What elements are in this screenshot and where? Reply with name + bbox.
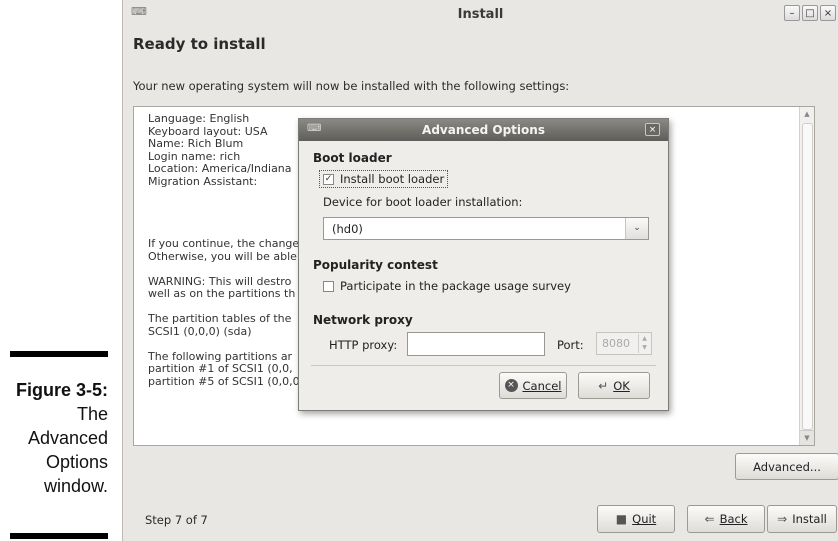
caption-line: window.: [43, 476, 108, 496]
figure-number: Figure 3-5:: [15, 380, 108, 400]
window-title: Install: [457, 7, 504, 22]
page-title: Ready to install: [133, 35, 266, 53]
ok-button-label: OK: [613, 378, 630, 393]
dialog-titlebar[interactable]: ⌨ Advanced Options ×: [299, 119, 668, 141]
cancel-button-label: Cancel: [522, 378, 562, 393]
port-value: 8080: [602, 337, 630, 350]
step-indicator: Step 7 of 7: [145, 513, 208, 527]
install-boot-loader-checkbox[interactable]: ✓ Install boot loader: [319, 170, 449, 188]
checkbox-checked-icon: ✓: [323, 173, 334, 185]
dialog-close-icon[interactable]: ×: [645, 123, 660, 136]
close-icon[interactable]: ×: [820, 5, 836, 21]
advanced-button-label: Advanced...: [753, 459, 821, 474]
popularity-heading: Popularity contest: [313, 258, 438, 272]
advanced-options-dialog: ⌨ Advanced Options × Boot loader ✓ Insta…: [298, 118, 669, 411]
caption-line: Advanced: [27, 428, 108, 448]
ok-button[interactable]: ↵ OK: [578, 372, 650, 399]
boot-device-combobox[interactable]: (hd0) ⌄: [323, 217, 649, 240]
install-button-label: Install: [792, 512, 827, 526]
minimize-icon[interactable]: –: [784, 5, 800, 21]
checkbox-unchecked-icon: [323, 280, 334, 292]
figure-caption: Figure 3-5: The Advanced Options window.: [8, 378, 108, 498]
participate-survey-label: Participate in the package usage survey: [340, 279, 571, 293]
caption-line: The: [76, 404, 108, 424]
dialog-separator: [311, 365, 656, 366]
participate-survey-checkbox[interactable]: Participate in the package usage survey: [323, 279, 571, 293]
caption-rule-top: [10, 351, 108, 357]
window-controls: – □ ×: [784, 5, 836, 21]
back-button[interactable]: ⇐ Back: [687, 505, 765, 533]
scroll-up-icon[interactable]: ▲: [800, 107, 814, 121]
scroll-down-icon[interactable]: ▼: [800, 430, 814, 445]
install-boot-loader-label: Install boot loader: [340, 172, 445, 186]
forward-arrow-icon: ⇒: [777, 512, 788, 526]
device-label: Device for boot loader installation:: [323, 195, 523, 209]
port-label: Port:: [557, 338, 584, 352]
install-button[interactable]: ⇒ Install: [767, 505, 837, 533]
quit-icon: ■: [615, 512, 628, 526]
cancel-icon: ×: [504, 379, 518, 392]
maximize-icon[interactable]: □: [802, 5, 818, 21]
quit-button-label: Quit: [632, 512, 657, 526]
caption-line: Options: [45, 452, 108, 472]
quit-button[interactable]: ■ Quit: [597, 505, 675, 533]
back-arrow-icon: ⇐: [704, 512, 715, 526]
chevron-down-icon[interactable]: ⌄: [625, 218, 648, 239]
spinner-arrows-icon[interactable]: ▲ ▼: [638, 334, 650, 353]
ok-arrow-icon: ↵: [598, 378, 609, 393]
http-proxy-label: HTTP proxy:: [329, 338, 398, 352]
vertical-scrollbar[interactable]: ▲ ▼: [799, 107, 814, 445]
caption-rule-bottom: [10, 533, 108, 539]
boot-device-value: (hd0): [332, 222, 363, 236]
advanced-button[interactable]: Advanced...: [735, 453, 838, 480]
http-proxy-input[interactable]: [407, 332, 545, 356]
window-titlebar[interactable]: ⌨ Install – □ ×: [123, 0, 838, 30]
port-spinner[interactable]: 8080 ▲ ▼: [596, 332, 652, 355]
scroll-thumb[interactable]: [802, 123, 813, 430]
cancel-button[interactable]: × Cancel: [499, 372, 567, 399]
boot-loader-heading: Boot loader: [313, 151, 392, 165]
network-proxy-heading: Network proxy: [313, 313, 413, 327]
intro-text: Your new operating system will now be in…: [133, 79, 570, 93]
dialog-title: Advanced Options: [422, 123, 545, 137]
back-button-label: Back: [719, 512, 748, 526]
